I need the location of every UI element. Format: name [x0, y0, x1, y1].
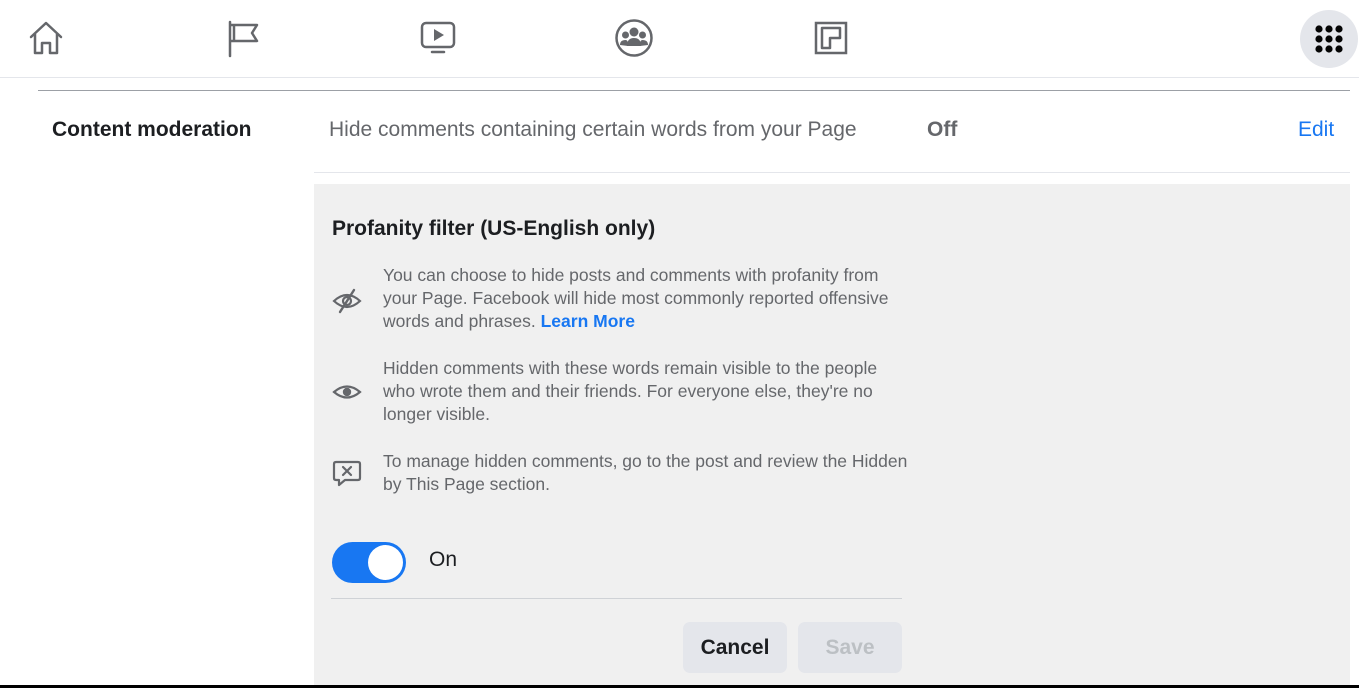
edit-link[interactable]: Edit	[1298, 118, 1334, 142]
groups-icon[interactable]	[614, 18, 654, 58]
home-icon[interactable]	[26, 18, 66, 58]
profanity-filter-toggle[interactable]	[332, 542, 406, 583]
info-text: Hidden comments with these words remain …	[383, 358, 878, 424]
toggle-knob	[368, 545, 403, 580]
panel-divider	[331, 598, 902, 599]
comment-hidden-icon	[332, 458, 362, 488]
section-divider	[38, 90, 1350, 91]
menu-grid-icon[interactable]	[1300, 10, 1358, 68]
learn-more-link[interactable]: Learn More	[541, 311, 635, 331]
section-label: Content moderation	[52, 118, 252, 141]
info-text: You can choose to hide posts and comment…	[383, 265, 889, 331]
row-divider	[314, 172, 1350, 173]
section-description: Hide comments containing certain words f…	[329, 118, 857, 141]
eye-slash-icon	[332, 286, 362, 316]
profanity-filter-panel	[314, 184, 1350, 688]
save-button[interactable]: Save	[798, 622, 902, 673]
toggle-label: On	[429, 548, 458, 571]
panel-title: Profanity filter (US-English only)	[332, 217, 656, 240]
eye-icon	[332, 377, 362, 407]
watch-icon[interactable]	[418, 18, 458, 58]
flag-icon[interactable]	[223, 18, 263, 58]
top-nav-bar	[0, 0, 1359, 78]
info-text: To manage hidden comments, go to the pos…	[383, 451, 908, 494]
cancel-button[interactable]: Cancel	[683, 622, 787, 673]
gaming-icon[interactable]	[811, 18, 851, 58]
section-status: Off	[927, 118, 958, 141]
